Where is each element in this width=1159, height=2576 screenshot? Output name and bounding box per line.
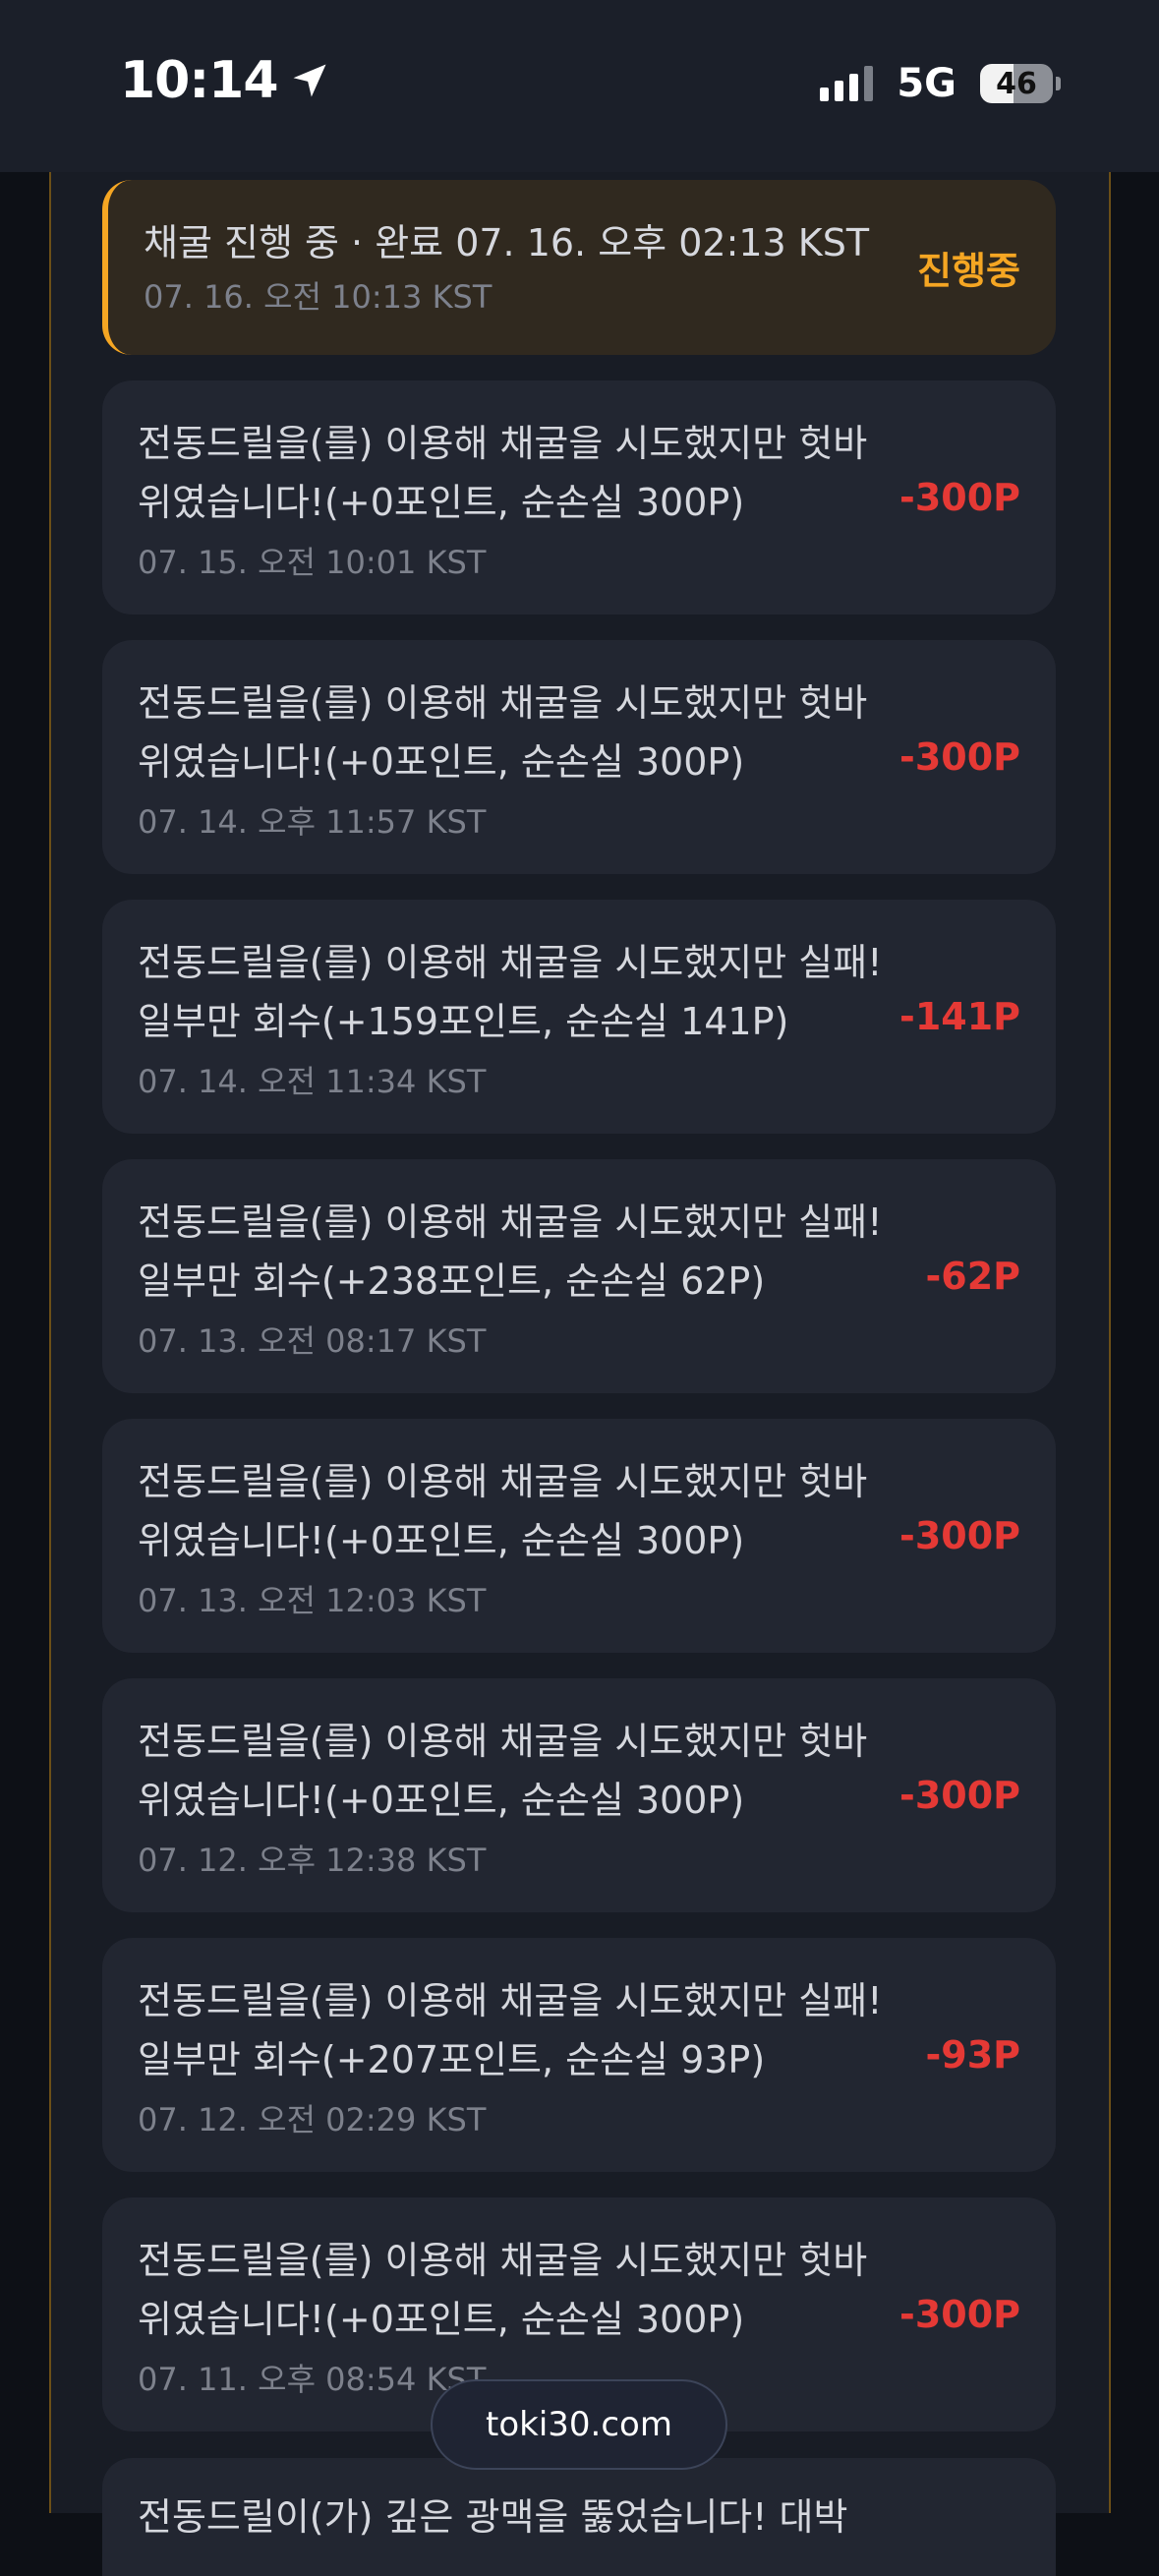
location-arrow-icon (293, 64, 326, 97)
history-item[interactable]: 전동드릴을(를) 이용해 채굴을 시도했지만 실패! 일부만 회수(+159포인… (102, 900, 1056, 1134)
history-item-date: 07. 12. 오후 12:38 KST (138, 1842, 487, 1879)
history-item-text: 전동드릴을(를) 이용해 채굴을 시도했지만 실패! 일부만 회수(+207포인… (138, 1979, 883, 2081)
history-item-date: 07. 13. 오전 12:03 KST (138, 1582, 487, 1619)
battery-icon: 46 (980, 64, 1061, 103)
history-item[interactable]: 전동드릴을(를) 이용해 채굴을 시도했지만 헛바위였습니다!(+0포인트, 순… (102, 640, 1056, 874)
cellular-signal-icon (820, 66, 874, 101)
network-type: 5G (897, 61, 956, 106)
history-item-in-progress[interactable]: 채굴 진행 중 · 완료 07. 16. 오후 02:13 KST 07. 16… (102, 180, 1056, 355)
history-item-date: 07. 14. 오후 11:57 KST (138, 803, 487, 841)
history-item[interactable]: 전동드릴을(를) 이용해 채굴을 시도했지만 실패! 일부만 회수(+207포인… (102, 1938, 1056, 2172)
history-item-date: 07. 14. 오전 11:34 KST (138, 1063, 487, 1100)
history-item[interactable]: 전동드릴을(를) 이용해 채굴을 시도했지만 헛바위였습니다!(+0포인트, 순… (102, 1419, 1056, 1653)
history-item-date: 07. 16. 오전 10:13 KST (144, 278, 493, 316)
history-item-amount: -62P (925, 1255, 1020, 1298)
history-item-date: 07. 13. 오전 08:17 KST (138, 1322, 487, 1360)
history-item-amount: -300P (899, 1514, 1020, 1557)
history-item-text: 전동드릴을(를) 이용해 채굴을 시도했지만 실패! 일부만 회수(+238포인… (138, 1200, 883, 1303)
history-item-amount: -300P (899, 1774, 1020, 1817)
history-item-amount: -141P (899, 995, 1020, 1038)
status-indicators: 5G 46 (820, 61, 1061, 106)
history-item-text: 전동드릴을(를) 이용해 채굴을 시도했지만 헛바위였습니다!(+0포인트, 순… (138, 2239, 868, 2341)
battery-level: 46 (980, 64, 1053, 103)
history-item-text: 전동드릴을(를) 이용해 채굴을 시도했지만 헛바위였습니다!(+0포인트, 순… (138, 1460, 868, 1562)
status-bar: 10:14 5G 46 (0, 0, 1159, 172)
history-item-date: 07. 15. 오전 10:01 KST (138, 544, 487, 581)
clock-text: 10:14 (120, 51, 279, 110)
status-badge: 진행중 (917, 249, 1020, 293)
history-item-text: 전동드릴이(가) 깊은 광맥을 뚫었습니다! 대박 (138, 2495, 848, 2539)
site-domain-pill[interactable]: toki30.com (431, 2379, 727, 2470)
history-item-amount: -300P (899, 2293, 1020, 2336)
history-item[interactable]: 전동드릴을(를) 이용해 채굴을 시도했지만 실패! 일부만 회수(+238포인… (102, 1159, 1056, 1393)
history-item[interactable]: 전동드릴을(를) 이용해 채굴을 시도했지만 헛바위였습니다!(+0포인트, 순… (102, 381, 1056, 615)
history-item-text: 전동드릴을(를) 이용해 채굴을 시도했지만 실패! 일부만 회수(+159포인… (138, 941, 883, 1043)
history-item-partial[interactable]: 전동드릴이(가) 깊은 광맥을 뚫었습니다! 대박 (102, 2458, 1056, 2576)
history-item-text: 전동드릴을(를) 이용해 채굴을 시도했지만 헛바위였습니다!(+0포인트, 순… (138, 422, 868, 524)
status-time: 10:14 (120, 51, 331, 110)
mining-history-list: 채굴 진행 중 · 완료 07. 16. 오후 02:13 KST 07. 16… (102, 180, 1056, 2431)
history-item-text: 전동드릴을(를) 이용해 채굴을 시도했지만 헛바위였습니다!(+0포인트, 순… (138, 681, 868, 784)
history-item-amount: -300P (899, 476, 1020, 519)
history-item-amount: -300P (899, 735, 1020, 779)
history-item-text: 채굴 진행 중 · 완료 07. 16. 오후 02:13 KST (144, 221, 870, 264)
history-item[interactable]: 전동드릴을(를) 이용해 채굴을 시도했지만 헛바위였습니다!(+0포인트, 순… (102, 1678, 1056, 1912)
history-item-text: 전동드릴을(를) 이용해 채굴을 시도했지만 헛바위였습니다!(+0포인트, 순… (138, 1720, 868, 1822)
history-item-date: 07. 12. 오전 02:29 KST (138, 2101, 487, 2138)
history-item-amount: -93P (925, 2033, 1020, 2077)
